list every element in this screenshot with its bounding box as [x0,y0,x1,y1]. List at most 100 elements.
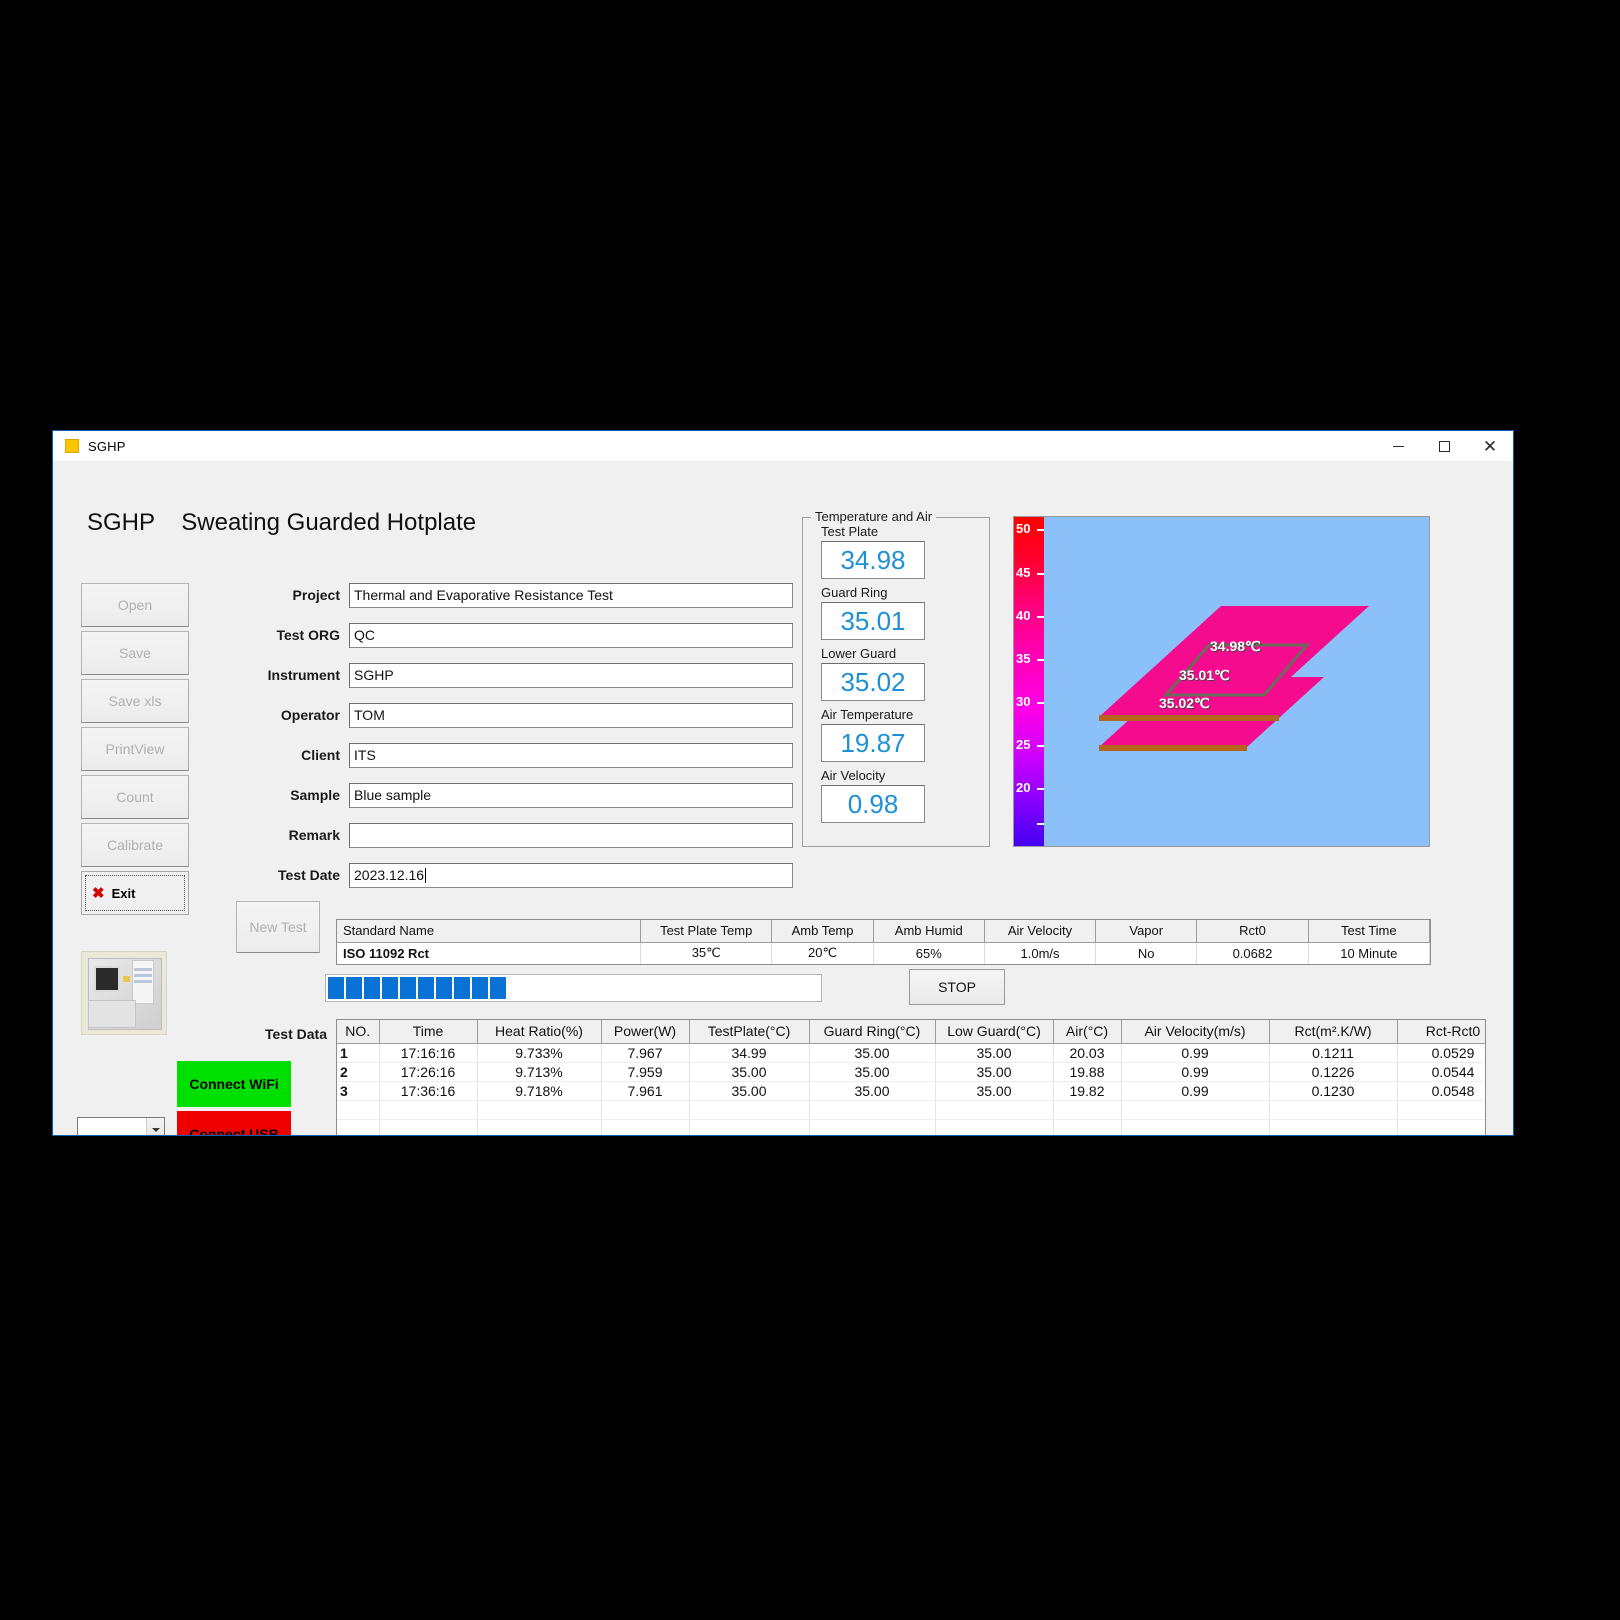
progress-chunk [382,977,398,999]
stop-button[interactable]: STOP [909,969,1005,1005]
client-input[interactable]: ITS [349,742,793,768]
form-row-operator: Operator TOM [243,699,793,731]
open-button[interactable]: Open [81,583,189,627]
table-row[interactable] [337,1119,1485,1135]
minimize-icon [1392,445,1404,447]
thermal-visualization: 50 45 40 35 30 25 20 34.98℃ 35.01℃ 35.02… [1013,516,1430,847]
test-plate-readout: Test Plate 34.98 [821,524,989,579]
form-row-test-date: Test Date 2023.12.16 [243,859,793,891]
form-row-sample: Sample Blue sample [243,779,793,811]
form-row-client: Client ITS [243,739,793,771]
project-label: Project [292,587,340,603]
save-xls-button[interactable]: Save xls [81,679,189,723]
test-org-label: Test ORG [276,627,340,643]
exit-button-label: Exit [111,885,136,901]
form-row-instrument: Instrument SGHP [243,659,793,691]
connect-wifi-button[interactable]: Connect WiFi [177,1061,291,1107]
dt-cell-air-velocity: 0.99 [1121,1043,1270,1063]
new-test-button[interactable]: New Test [236,901,320,953]
connect-usb-button[interactable]: Connect USB [177,1111,291,1135]
test-progress-bar [325,974,822,1002]
instrument-photo-screen [94,966,120,992]
client-area: SGHP Sweating Guarded Hotplate Open Save… [53,461,1513,1135]
std-cell-air-velocity: 1.0m/s [984,942,1097,964]
std-header-air-velocity: Air Velocity [984,920,1097,943]
operator-input[interactable]: TOM [349,702,793,728]
minimize-button[interactable] [1375,431,1421,461]
progress-chunk [346,977,362,999]
dt-cell-time: 17:26:16 [379,1062,478,1082]
remark-input[interactable] [349,822,793,848]
app-icon [65,439,79,453]
test-date-label: Test Date [278,867,340,883]
instrument-photo [81,951,167,1035]
dt-cell-low-guard: 35.00 [935,1062,1054,1082]
std-header-test-plate-temp: Test Plate Temp [640,920,773,943]
dt-cell-empty [935,1119,1054,1135]
std-cell-amb-humid: 65% [873,942,985,964]
guard-ring-readout-label: Guard Ring [821,585,888,600]
std-cell-rct0: 0.0682 [1196,942,1309,964]
dt-cell-empty [337,1119,380,1135]
dt-header-low-guard: Low Guard(°C) [935,1020,1054,1044]
dt-header-testplate: TestPlate(°C) [689,1020,810,1044]
exit-button[interactable]: ✖ Exit [81,871,189,915]
lower-guard-readout: Lower Guard 35.02 [821,646,989,701]
test-data-table[interactable]: NO. Time Heat Ratio(%) Power(W) TestPlat… [336,1019,1486,1135]
std-cell-test-time: 10 Minute [1308,942,1431,964]
dt-cell-no: 3 [337,1081,380,1101]
progress-chunk [436,977,452,999]
instrument-label: Instrument [267,667,340,683]
table-row[interactable]: 2 17:26:16 9.713% 7.959 35.00 35.00 35.0… [337,1062,1485,1082]
test-data-header-row: NO. Time Heat Ratio(%) Power(W) TestPlat… [337,1020,1485,1044]
test-org-input[interactable]: QC [349,622,793,648]
close-button[interactable]: ✕ [1467,431,1513,461]
dt-cell-air: 19.82 [1053,1081,1122,1101]
chevron-down-icon[interactable] [146,1118,164,1135]
table-row[interactable]: 1 17:16:16 9.733% 7.967 34.99 35.00 35.0… [337,1043,1485,1063]
dt-header-rct-rct0: Rct-Rct0 [1397,1020,1485,1044]
maximize-button[interactable] [1421,431,1467,461]
dt-cell-air: 20.03 [1053,1043,1122,1063]
dt-cell-empty [379,1119,478,1135]
dt-cell-air-velocity: 0.99 [1121,1081,1270,1101]
guard-ring-plate [1099,606,1369,717]
std-header-standard-name: Standard Name [337,920,641,943]
guard-ring-edge [1099,715,1279,721]
window-title: SGHP [88,438,126,454]
instrument-photo-door [88,1000,136,1028]
sidebar-buttons: Open Save Save xls PrintView Count Calib… [81,583,189,919]
guard-ring-readout: Guard Ring 35.01 [821,585,989,640]
table-row[interactable]: 3 17:36:16 9.718% 7.961 35.00 35.00 35.0… [337,1081,1485,1101]
test-plate-readout-label: Test Plate [821,524,879,539]
sghp-application-window: SGHP ✕ SGHP Sweating Guarded Hotplate Op… [52,430,1514,1136]
dt-header-rct: Rct(m².K/W) [1269,1020,1398,1044]
save-button[interactable]: Save [81,631,189,675]
sample-input[interactable]: Blue sample [349,782,793,808]
std-cell-vapor: No [1095,942,1198,964]
port-select[interactable] [77,1117,165,1135]
instrument-photo-strip-2 [134,974,152,977]
progress-chunk [454,977,470,999]
standard-table-header-row: Standard Name Test Plate Temp Amb Temp A… [337,920,1431,943]
instrument-input[interactable]: SGHP [349,662,793,688]
dt-cell-empty [477,1100,602,1120]
table-row[interactable]: ISO 11092 Rct 35℃ 20℃ 65% 1.0m/s No 0.06… [337,942,1431,964]
air-velocity-readout: Air Velocity 0.98 [821,768,989,823]
project-input[interactable]: Thermal and Evaporative Resistance Test [349,582,793,608]
table-row[interactable] [337,1100,1485,1120]
progress-chunk [418,977,434,999]
calibrate-button[interactable]: Calibrate [81,823,189,867]
dt-cell-rct-rct0: 0.0548 [1397,1081,1485,1101]
std-cell-amb-temp: 20℃ [771,942,874,964]
count-button[interactable]: Count [81,775,189,819]
dt-header-time: Time [379,1020,478,1044]
dt-cell-rct: 0.1230 [1269,1081,1398,1101]
remark-label: Remark [288,827,340,843]
dt-cell-rct-rct0: 0.0544 [1397,1062,1485,1082]
printview-button[interactable]: PrintView [81,727,189,771]
test-date-input[interactable]: 2023.12.16 [349,862,793,888]
dt-cell-no: 1 [337,1043,380,1063]
air-velocity-readout-label: Air Velocity [821,768,886,783]
dt-header-air-velocity: Air Velocity(m/s) [1121,1020,1270,1044]
